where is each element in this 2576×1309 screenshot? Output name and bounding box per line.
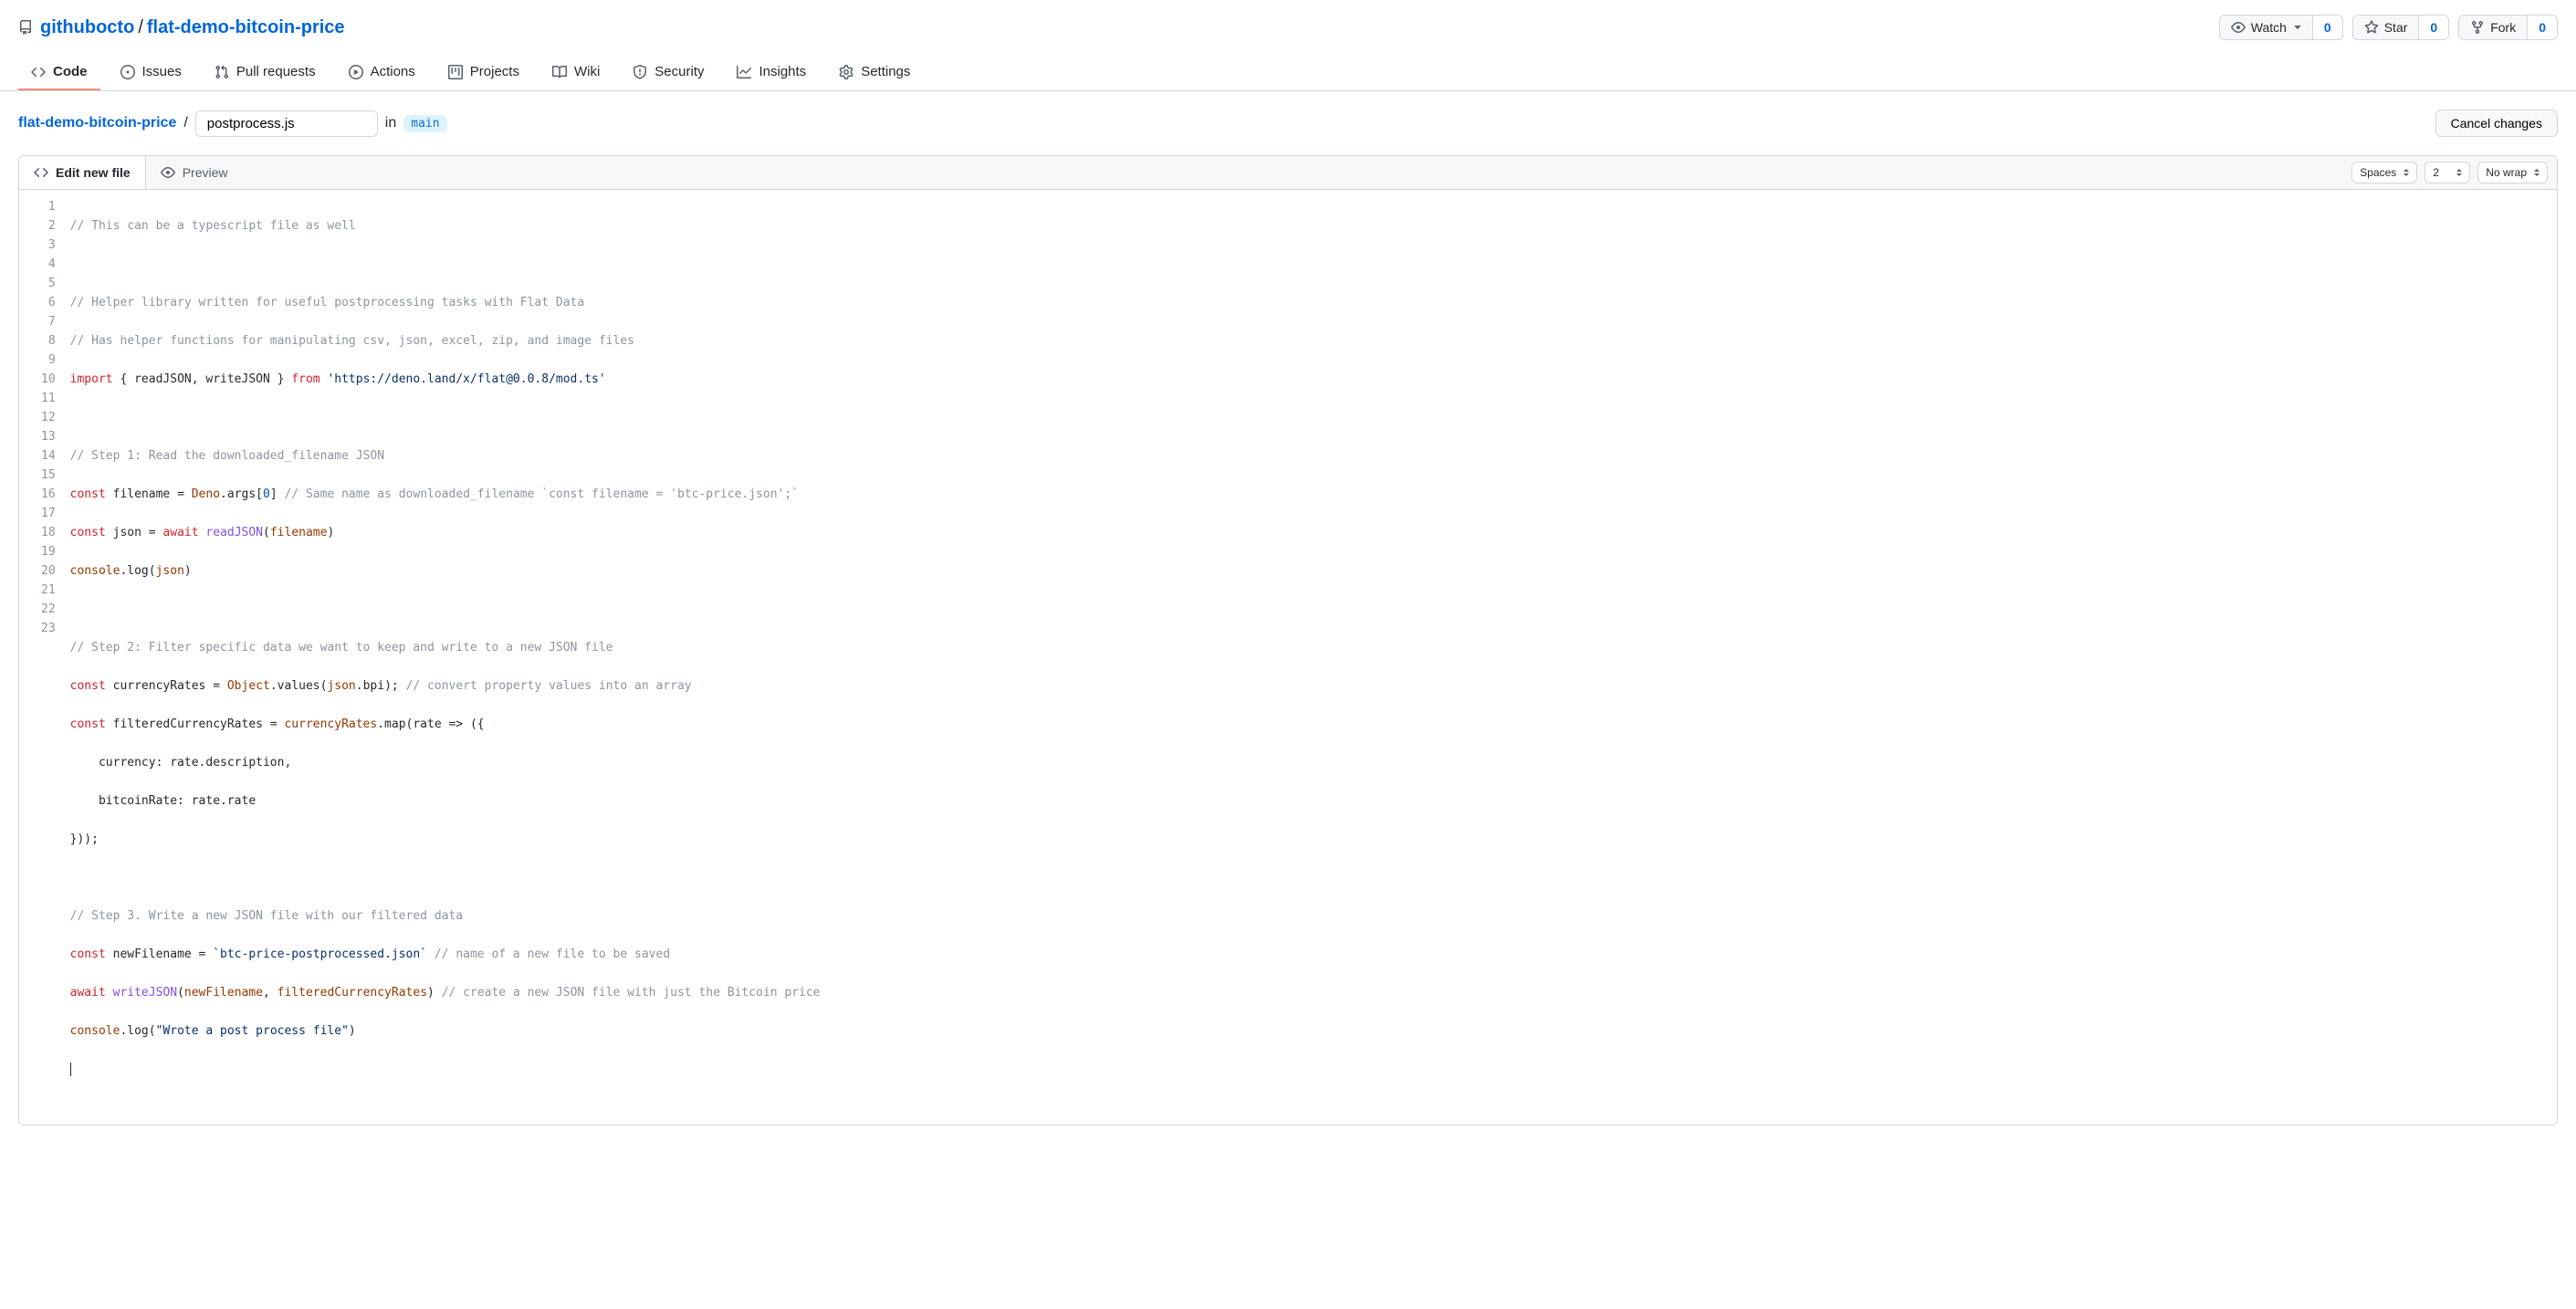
updown-icon	[2534, 169, 2539, 176]
watch-count[interactable]: 0	[2313, 15, 2343, 40]
repo-root-link[interactable]: flat-demo-bitcoin-price	[18, 115, 176, 131]
path-separator: /	[183, 115, 187, 131]
repo-icon	[18, 20, 33, 35]
tab-actions[interactable]: Actions	[336, 55, 428, 90]
gear-icon	[839, 65, 853, 79]
play-icon	[349, 65, 363, 79]
cancel-button[interactable]: Cancel changes	[2435, 110, 2558, 137]
code-editor[interactable]: 1234567891011121314151617181920212223 //…	[19, 190, 2557, 1125]
star-icon	[2364, 20, 2379, 35]
breadcrumb-separator: /	[138, 17, 143, 38]
tab-actions-label: Actions	[371, 64, 415, 79]
star-button[interactable]: Star	[2352, 15, 2420, 40]
updown-icon	[2403, 169, 2409, 176]
book-icon	[552, 65, 567, 79]
tab-projects[interactable]: Projects	[435, 55, 532, 90]
code-content[interactable]: // This can be a typescript file as well…	[70, 197, 2557, 1117]
fork-count[interactable]: 0	[2528, 15, 2558, 40]
chevron-down-icon	[2294, 26, 2301, 29]
code-icon	[34, 165, 48, 180]
watch-label: Watch	[2251, 20, 2287, 35]
repo-actions: Watch 0 Star 0 Fork 0	[2219, 15, 2558, 40]
editor-tab-edit[interactable]: Edit new file	[19, 156, 146, 189]
editor-tab-preview-label: Preview	[183, 165, 228, 180]
code-icon	[31, 65, 46, 79]
eye-icon	[2231, 20, 2246, 35]
star-group: Star 0	[2352, 15, 2449, 40]
pull-request-icon	[215, 65, 229, 79]
indent-size-value: 2	[2433, 166, 2439, 179]
filename-input[interactable]	[195, 110, 378, 137]
project-icon	[448, 65, 463, 79]
editor-frame: Edit new file Preview Spaces 2 No wrap	[18, 155, 2558, 1126]
tab-projects-label: Projects	[470, 64, 519, 79]
watch-button[interactable]: Watch	[2219, 15, 2313, 40]
star-label: Star	[2384, 20, 2408, 35]
fork-label: Fork	[2490, 20, 2516, 35]
indent-mode-value: Spaces	[2360, 166, 2396, 179]
star-count[interactable]: 0	[2419, 15, 2449, 40]
tab-code-label: Code	[53, 64, 88, 79]
repo-name-link[interactable]: flat-demo-bitcoin-price	[147, 17, 345, 38]
watch-group: Watch 0	[2219, 15, 2343, 40]
fork-icon	[2470, 20, 2485, 35]
wrap-select[interactable]: No wrap	[2477, 162, 2548, 183]
tab-insights-label: Insights	[759, 64, 806, 79]
tab-settings-label: Settings	[861, 64, 910, 79]
branch-badge[interactable]: main	[403, 115, 446, 132]
repo-nav: Code Issues Pull requests Actions Projec…	[0, 55, 2576, 91]
tab-wiki[interactable]: Wiki	[539, 55, 613, 90]
indent-size-select[interactable]: 2	[2424, 162, 2470, 183]
wrap-value: No wrap	[2486, 166, 2527, 179]
updown-icon	[2456, 169, 2462, 176]
repo-header: githubocto / flat-demo-bitcoin-price Wat…	[18, 15, 2558, 55]
eye-icon	[161, 165, 175, 180]
shield-icon	[633, 65, 647, 79]
fork-button[interactable]: Fork	[2458, 15, 2528, 40]
tab-issues[interactable]: Issues	[108, 55, 194, 90]
repo-owner-link[interactable]: githubocto	[40, 17, 134, 38]
tab-code[interactable]: Code	[18, 55, 100, 90]
fork-group: Fork 0	[2458, 15, 2558, 40]
editor-tab-edit-label: Edit new file	[56, 165, 131, 180]
tab-issues-label: Issues	[142, 64, 182, 79]
indent-mode-select[interactable]: Spaces	[2351, 162, 2417, 183]
line-gutter: 1234567891011121314151617181920212223	[19, 197, 70, 1117]
editor-tab-preview[interactable]: Preview	[146, 156, 243, 189]
repo-title: githubocto / flat-demo-bitcoin-price	[18, 17, 345, 38]
tab-security[interactable]: Security	[620, 55, 717, 90]
graph-icon	[737, 65, 751, 79]
tab-pulls-label: Pull requests	[236, 64, 316, 79]
file-path-row: flat-demo-bitcoin-price / in main Cancel…	[18, 91, 2558, 155]
in-label: in	[385, 115, 396, 131]
tab-wiki-label: Wiki	[574, 64, 600, 79]
tab-security-label: Security	[654, 64, 704, 79]
tab-insights[interactable]: Insights	[724, 55, 819, 90]
issues-icon	[120, 65, 135, 79]
editor-tabs: Edit new file Preview Spaces 2 No wrap	[19, 156, 2557, 190]
tab-settings[interactable]: Settings	[826, 55, 923, 90]
tab-pulls[interactable]: Pull requests	[202, 55, 329, 90]
text-cursor	[70, 1063, 71, 1076]
